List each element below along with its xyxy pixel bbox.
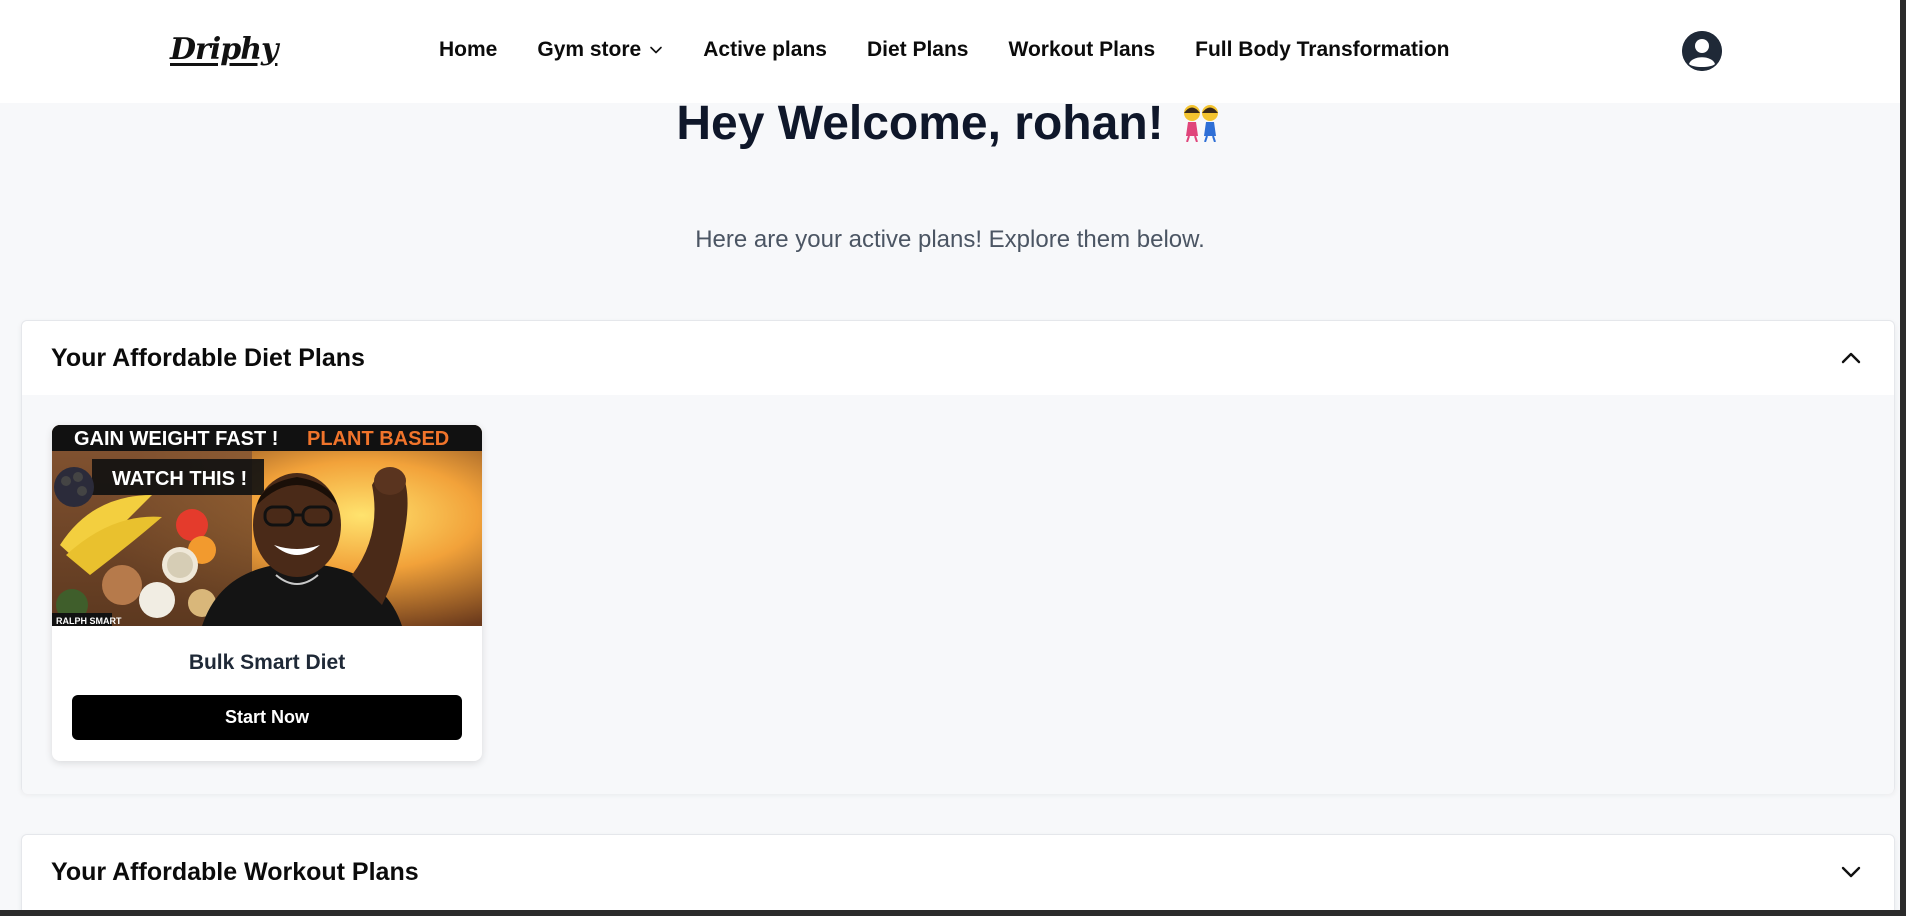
welcome-subtitle: Here are your active plans! Explore them… (695, 226, 1205, 253)
app-window: Driphy Home Gym store Active plans Diet … (0, 0, 1906, 916)
nav-gym-store-label: Gym store (537, 38, 642, 61)
plan-card-title: Bulk Smart Diet (188, 651, 346, 674)
nav-home-label: Home (439, 38, 498, 61)
main-nav: Home Gym store Active plans Diet Plans W… (439, 38, 1450, 62)
plan-thumbnail[interactable]: GAIN WEIGHT FAST ! PLANT BASED WATCH THI… (52, 425, 482, 626)
workout-plans-title: Your Affordable Workout Plans (51, 857, 419, 886)
thumb-text-credit: RALPH SMART (56, 616, 122, 626)
chevron-down-icon[interactable] (1838, 859, 1864, 885)
thumb-text-plant: PLANT BASED (307, 428, 449, 450)
plan-card: GAIN WEIGHT FAST ! PLANT BASED WATCH THI… (52, 425, 482, 761)
diet-plans-title: Your Affordable Diet Plans (51, 343, 365, 372)
diet-plans-header[interactable]: Your Affordable Diet Plans (22, 321, 1894, 395)
nav-gym-store[interactable]: Gym store (537, 38, 663, 62)
dancers-emoji-icon (1178, 99, 1224, 154)
welcome-heading-text: Hey Welcome, rohan! (676, 97, 1164, 150)
nav-full-body-transformation[interactable]: Full Body Transformation (1195, 38, 1449, 62)
brand-logo[interactable]: Driphy (170, 32, 278, 67)
diet-plans-body: GAIN WEIGHT FAST ! PLANT BASED WATCH THI… (22, 395, 1894, 794)
nav-active-plans-label: Active plans (703, 38, 827, 61)
chevron-down-icon (650, 46, 663, 54)
diet-plans-section: Your Affordable Diet Plans GAIN WEIGHT F… (21, 320, 1895, 794)
workout-plans-section: Your Affordable Workout Plans (21, 834, 1895, 916)
window-edge-bottom (0, 910, 1906, 916)
welcome-heading: Hey Welcome, rohan! (0, 96, 1900, 154)
window-edge-right (1900, 0, 1906, 916)
start-now-button[interactable]: Start Now (72, 695, 462, 740)
user-avatar[interactable] (1682, 31, 1722, 71)
nav-full-body-label: Full Body Transformation (1195, 38, 1450, 61)
nav-diet-plans-label: Diet Plans (866, 38, 969, 61)
nav-workout-plans[interactable]: Workout Plans (1009, 38, 1156, 62)
workout-plans-header[interactable]: Your Affordable Workout Plans (22, 835, 1894, 909)
top-navbar: Driphy Home Gym store Active plans Diet … (0, 0, 1900, 103)
nav-diet-plans[interactable]: Diet Plans (867, 38, 969, 62)
thumb-text-watch: WATCH THIS ! (112, 468, 247, 490)
thumb-text-gain: GAIN WEIGHT FAST ! (74, 428, 278, 450)
nav-workout-plans-label: Workout Plans (1008, 38, 1156, 61)
nav-active-plans[interactable]: Active plans (703, 38, 827, 62)
user-circle-icon (1682, 31, 1722, 71)
nav-home[interactable]: Home (439, 38, 497, 62)
chevron-up-icon[interactable] (1838, 345, 1864, 371)
